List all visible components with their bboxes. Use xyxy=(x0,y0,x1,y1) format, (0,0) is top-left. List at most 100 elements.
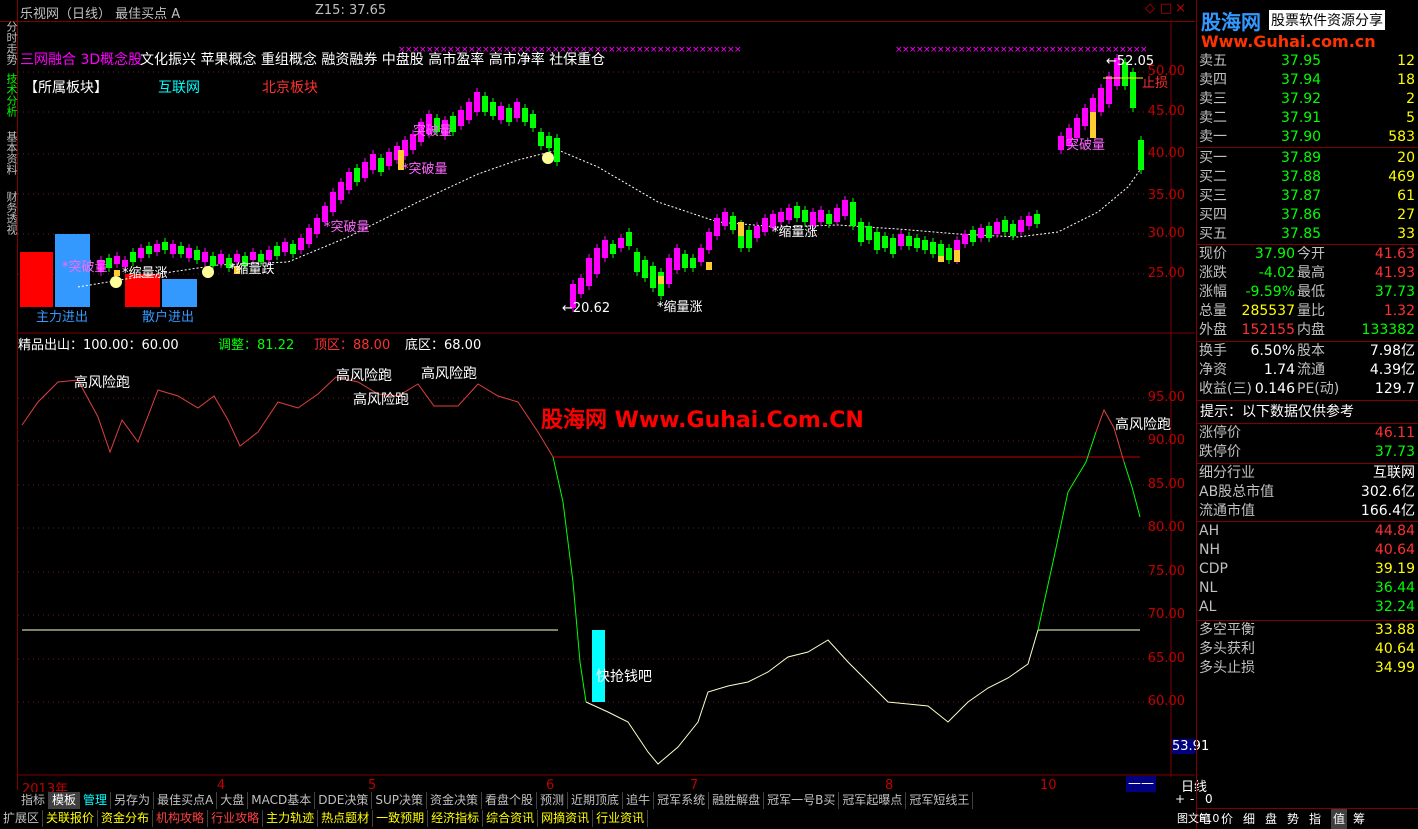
ask-row: 卖一 37.90 583 xyxy=(1197,128,1418,147)
candle-body xyxy=(498,106,504,120)
right-tab-trend[interactable]: 势 xyxy=(1287,809,1299,829)
main-inflow-bar-red xyxy=(20,252,53,307)
quote-label: 现价 xyxy=(1199,246,1227,262)
tab-chase-bull[interactable]: 追牛 xyxy=(623,792,655,809)
industry-row: 细分行业 互联网 xyxy=(1197,464,1418,483)
retail-flow-label: 散户进出 xyxy=(142,310,195,325)
ask-price: 37.94 xyxy=(1281,72,1322,88)
candle-body xyxy=(370,154,376,170)
tab-save-as[interactable]: 另存为 xyxy=(111,792,155,809)
tab-fundamentals[interactable]: 基本资料 xyxy=(1,128,18,178)
fund-value: 7.98亿 xyxy=(1369,343,1415,359)
fund-label: 净资 xyxy=(1199,362,1227,378)
tab-technical[interactable]: 技术分析 xyxy=(1,70,18,120)
candle-body xyxy=(362,162,368,178)
tab-sup[interactable]: SUP决策 xyxy=(372,792,427,809)
level-row: AL 32.24 xyxy=(1197,598,1418,617)
tab-institution[interactable]: 机构攻略 xyxy=(153,810,209,827)
tab-related-quotes[interactable]: 关联报价 xyxy=(43,810,99,827)
minimize-icon[interactable]: ◇ xyxy=(1145,1,1155,16)
ask-label: 卖三 xyxy=(1199,91,1227,107)
tab-template[interactable]: 模板 xyxy=(49,792,81,809)
indicator-top: 顶区：88.00 xyxy=(314,338,391,353)
indicator-green-segment xyxy=(552,456,587,703)
level-row: AH 44.84 xyxy=(1197,522,1418,541)
level-label: AH xyxy=(1199,523,1220,539)
maximize-icon[interactable]: □ xyxy=(1160,1,1172,16)
lower-axis-90: 90.00 xyxy=(1147,433,1185,448)
candle-body xyxy=(490,102,496,116)
right-tab-book[interactable]: 盘 xyxy=(1265,809,1277,829)
candle-body xyxy=(146,246,152,254)
tab-news[interactable]: 综合资讯 xyxy=(483,810,539,827)
balance-label: 多头获利 xyxy=(1199,641,1255,657)
annotation-shrink-4: *缩量涨 xyxy=(657,300,703,315)
sector-item-internet[interactable]: 互联网 xyxy=(158,77,200,97)
right-tab-detail[interactable]: 细 xyxy=(1243,809,1255,829)
tab-manage[interactable]: 管理 xyxy=(80,792,112,809)
tab-market[interactable]: 大盘 xyxy=(217,792,249,809)
tab-intraday[interactable]: 分时走势 xyxy=(1,18,18,68)
risk-label-4: 高风险跑 xyxy=(421,366,477,382)
right-tab-chips[interactable]: 筹 xyxy=(1353,809,1365,829)
close-icon[interactable]: × xyxy=(1175,1,1186,16)
tab-rongsheng[interactable]: 融胜解盘 xyxy=(709,792,765,809)
x-axis-may: 5 xyxy=(368,778,377,793)
candle-body xyxy=(610,244,616,254)
sector-item-beijing[interactable]: 北京板块 xyxy=(262,77,318,97)
candle-body xyxy=(634,252,640,272)
x-axis-apr: 4 xyxy=(217,778,226,793)
bid-volume: 27 xyxy=(1397,207,1415,223)
ask-row: 卖五 37.95 12 xyxy=(1197,52,1418,71)
tab-champion-system[interactable]: 冠军系统 xyxy=(654,792,710,809)
candle-body xyxy=(594,248,600,274)
tab-fund-decision[interactable]: 资金决策 xyxy=(427,792,483,809)
candle-body xyxy=(386,152,392,166)
tab-economic[interactable]: 经济指标 xyxy=(428,810,484,827)
tab-financial[interactable]: 财务透视 xyxy=(1,188,18,238)
fund-label: PE(动) xyxy=(1297,381,1340,397)
balance-row: 多头获利 40.64 xyxy=(1197,640,1418,659)
tab-best-buy[interactable]: 最佳买点A xyxy=(154,792,218,809)
tab-fund-distribution[interactable]: 资金分布 xyxy=(98,810,154,827)
level-value: 36.44 xyxy=(1374,580,1415,596)
tab-macd[interactable]: MACD基本 xyxy=(248,792,316,809)
tab-champion-launch[interactable]: 冠军起曝点 xyxy=(839,792,907,809)
limit-value: 46.11 xyxy=(1374,425,1415,441)
tab-top-bottom[interactable]: 近期顶底 xyxy=(568,792,624,809)
candle-body xyxy=(706,232,712,250)
right-tab-index[interactable]: 指 xyxy=(1309,809,1321,829)
indicator-adjust: 调整：81.22 xyxy=(218,338,295,353)
tab-industry-strategy[interactable]: 行业攻略 xyxy=(208,810,264,827)
tab-consensus[interactable]: 一致预期 xyxy=(373,810,429,827)
fund-row: 收益(三) 0.146 PE(动) 129.7 xyxy=(1197,380,1418,399)
right-tab-price[interactable]: 价 xyxy=(1221,809,1233,829)
chart-area[interactable]: × × × × × × × × × × × × × × × × × × × × × × × × × × × × × × × × × × × × × × × ×… xyxy=(18,22,1209,797)
lower-axis-70: 70.00 xyxy=(1147,607,1185,622)
annotation-breakout-3: *突破量 xyxy=(402,162,448,177)
tab-champion-b[interactable]: 冠军一号B买 xyxy=(764,792,840,809)
candle-body xyxy=(850,202,856,226)
tab-forecast[interactable]: 预测 xyxy=(537,792,569,809)
tab-extension[interactable]: 扩展区 xyxy=(0,810,44,827)
candle-body xyxy=(714,218,720,236)
tab-web-news[interactable]: 网摘资讯 xyxy=(538,810,594,827)
candle-body xyxy=(1098,88,1104,112)
tab-dde[interactable]: DDE决策 xyxy=(315,792,373,809)
risk-label-2: 高风险跑 xyxy=(336,368,392,384)
tab-watch-stock[interactable]: 看盘个股 xyxy=(482,792,538,809)
annotation-shrink-3: *缩量涨 xyxy=(772,225,818,240)
tab-indicator[interactable]: 指标 xyxy=(18,792,50,809)
level-label: AL xyxy=(1199,599,1217,615)
tab-hot-topics[interactable]: 热点题材 xyxy=(318,810,374,827)
tab-main-track[interactable]: 主力轨迹 xyxy=(263,810,319,827)
right-tab-value[interactable]: 值 xyxy=(1331,809,1348,829)
f10-button[interactable]: 图文F10 xyxy=(1177,810,1219,826)
ask-label: 卖五 xyxy=(1199,53,1227,69)
bid-label: 买四 xyxy=(1199,207,1227,223)
candle-body xyxy=(898,234,904,246)
tab-industry-news[interactable]: 行业资讯 xyxy=(593,810,649,827)
fund-value: 4.39亿 xyxy=(1369,362,1415,378)
tab-champion-short[interactable]: 冠军短线王 xyxy=(906,792,974,809)
scroll-nav-button[interactable]: —— xyxy=(1126,776,1156,792)
